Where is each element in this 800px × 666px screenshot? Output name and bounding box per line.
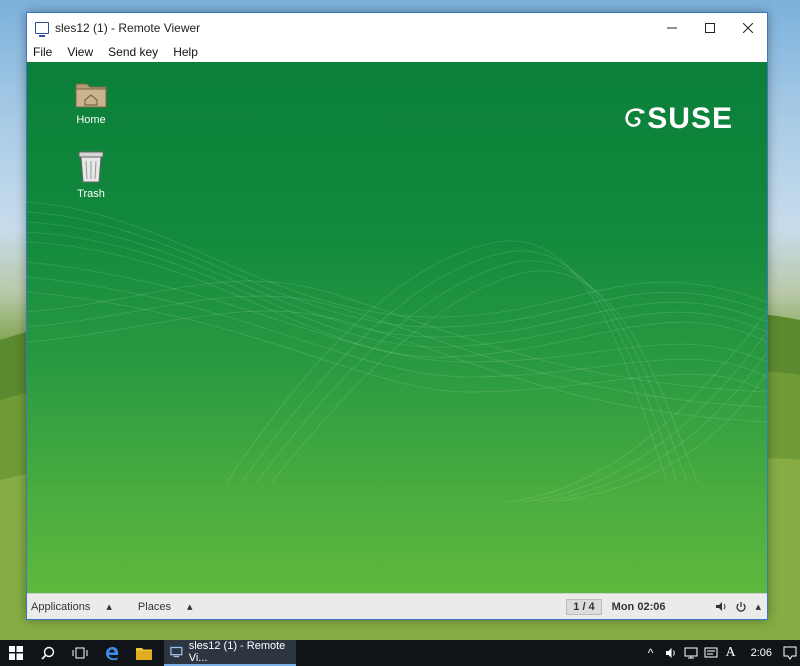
maximize-icon: [705, 22, 715, 33]
close-icon: [743, 22, 753, 33]
volume-icon[interactable]: [661, 647, 681, 659]
desktop-icon-home[interactable]: Home: [56, 78, 126, 126]
ime-indicator[interactable]: A: [721, 645, 741, 661]
input-indicator-icon[interactable]: [701, 647, 721, 659]
search-icon: [41, 646, 55, 660]
windows-taskbar: sles12 (1) - Remote Vi... ^ A 2:06: [0, 640, 800, 666]
gnome-bottom-panel: Applications ▴ Places ▴ 1 / 4 Mon 02:06 …: [27, 593, 767, 619]
applications-label: Applications: [31, 601, 91, 613]
desktop-icon-label: Trash: [77, 188, 105, 200]
menu-bar: File View Send key Help: [27, 42, 767, 62]
caret-up-icon[interactable]: ▴: [755, 600, 761, 613]
suse-logo: SUSE: [624, 102, 733, 136]
start-button[interactable]: [0, 640, 32, 666]
monitor-icon: [170, 646, 183, 658]
notification-icon: [783, 646, 797, 660]
chevron-up-icon[interactable]: ^: [641, 646, 661, 660]
trash-icon: [78, 151, 104, 183]
maximize-button[interactable]: [691, 13, 729, 42]
taskbar-clock[interactable]: 2:06: [751, 647, 772, 659]
task-view-button[interactable]: [64, 640, 96, 666]
taskbar-remote-viewer[interactable]: sles12 (1) - Remote Vi...: [164, 640, 296, 666]
power-icon[interactable]: [735, 601, 747, 613]
monitor-icon: [35, 21, 49, 37]
folder-home-icon: [75, 83, 107, 108]
title-bar[interactable]: sles12 (1) - Remote Viewer: [27, 13, 767, 42]
volume-icon[interactable]: [715, 601, 727, 612]
menu-send-key[interactable]: Send key: [108, 45, 158, 59]
desktop-icon-trash[interactable]: Trash: [56, 150, 126, 200]
desktop-icon-label: Home: [76, 114, 106, 126]
network-icon[interactable]: [681, 647, 701, 659]
caret-up-icon: ▴: [106, 601, 112, 613]
suse-logo-text: SUSE: [647, 102, 733, 135]
guest-desktop[interactable]: Home Trash SUSE Applications ▴ Places ▴: [27, 62, 767, 619]
taskbar-app-label: sles12 (1) - Remote Vi...: [188, 640, 286, 664]
applications-menu[interactable]: Applications ▴: [31, 600, 125, 613]
chameleon-icon: [625, 108, 646, 127]
close-button[interactable]: [729, 13, 767, 42]
file-explorer-button[interactable]: [128, 640, 160, 666]
minimize-button[interactable]: [653, 13, 691, 42]
menu-file[interactable]: File: [33, 45, 52, 59]
places-menu[interactable]: Places ▴: [138, 600, 206, 613]
wave-background: [27, 201, 767, 503]
windows-logo-icon: [9, 646, 23, 660]
search-button[interactable]: [32, 640, 64, 666]
minimize-icon: [667, 27, 677, 28]
edge-icon: [105, 646, 118, 660]
edge-button[interactable]: [96, 640, 128, 666]
window-title: sles12 (1) - Remote Viewer: [55, 20, 201, 35]
notification-button[interactable]: [780, 646, 800, 660]
caret-up-icon: ▴: [187, 601, 193, 613]
task-view-icon: [72, 647, 88, 659]
menu-help[interactable]: Help: [173, 45, 198, 59]
folder-icon: [136, 647, 152, 660]
panel-clock[interactable]: Mon 02:06: [612, 601, 666, 613]
workspace-switcher[interactable]: 1 / 4: [566, 598, 602, 615]
menu-view[interactable]: View: [67, 45, 93, 59]
remote-viewer-window: sles12 (1) - Remote Viewer File View Sen…: [26, 12, 768, 620]
places-label: Places: [137, 601, 171, 613]
